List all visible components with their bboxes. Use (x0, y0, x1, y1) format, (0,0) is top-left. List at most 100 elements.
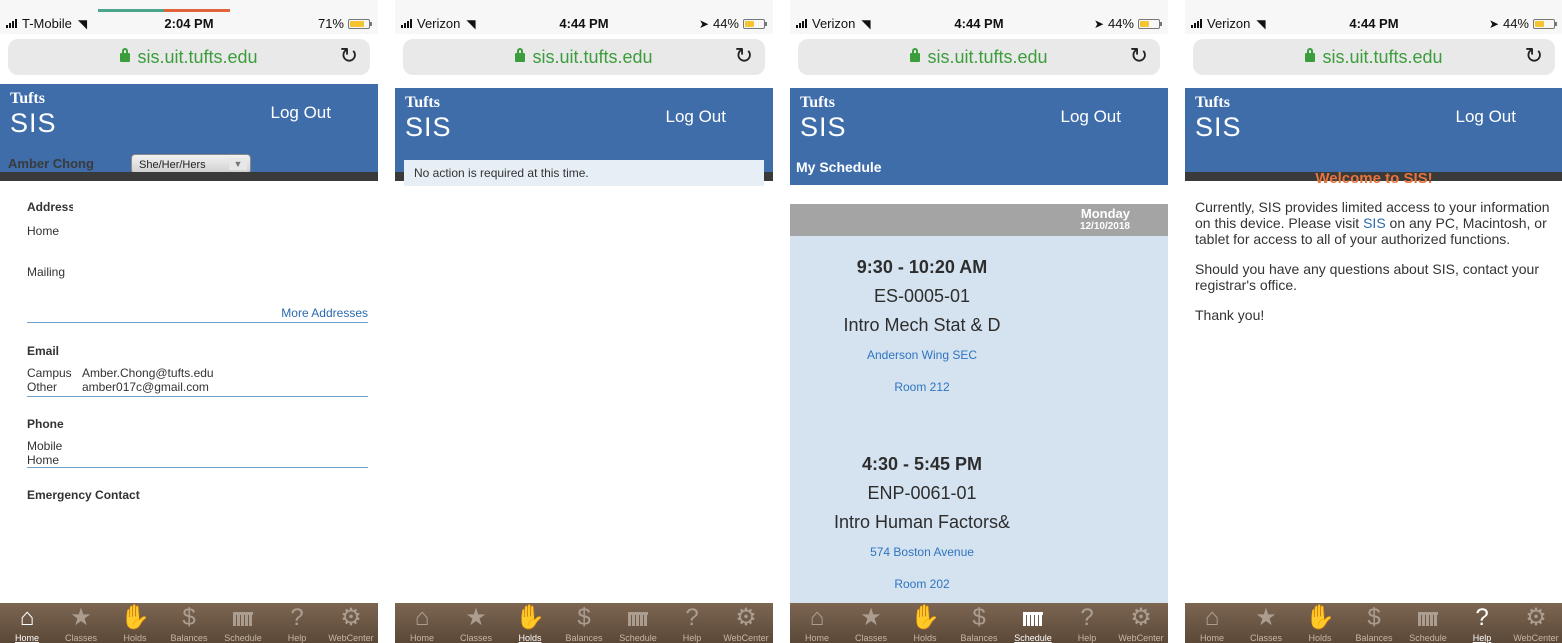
tab-home[interactable]: ⌂ Home (1185, 603, 1239, 643)
logout-link[interactable]: Log Out (1061, 107, 1122, 127)
status-bar: Verizon ◥ 4:44 PM ➤ 44% (395, 0, 773, 34)
gear-icon: ⚙ (340, 604, 362, 631)
tab-holds[interactable]: ✋ Holds (108, 603, 162, 643)
tab-classes[interactable]: ★ Classes (844, 603, 898, 643)
sis-header: Tufts SIS Log Out (790, 88, 1168, 150)
question-icon: ? (290, 604, 304, 631)
holds-message: No action is required at this time. (404, 160, 764, 186)
tab-help[interactable]: ? Help (665, 603, 719, 643)
tab-schedule[interactable]: Schedule (1401, 603, 1455, 643)
tab-home[interactable]: ⌂ Home (790, 603, 844, 643)
logout-link[interactable]: Log Out (271, 103, 332, 123)
tab-holds[interactable]: ✋ Holds (503, 603, 557, 643)
tab-holds[interactable]: ✋ Holds (898, 603, 952, 643)
sis-logo[interactable]: SIS (405, 112, 452, 143)
address-bar[interactable]: sis.uit.tufts.edu ↻ (1193, 39, 1555, 75)
class-entry[interactable]: 4:30 - 5:45 PM ENP-0061-01 Intro Human F… (790, 454, 1168, 591)
logout-link[interactable]: Log Out (1456, 107, 1517, 127)
sis-header: Tufts SIS Log Out (1185, 88, 1562, 172)
page-load-progress-2 (164, 9, 230, 12)
calendar-icon (1006, 603, 1060, 630)
tufts-logo[interactable]: Tufts (1195, 94, 1230, 112)
battery-percent: 71% (317, 16, 344, 31)
sis-link[interactable]: SIS (1363, 215, 1386, 231)
sis-logo[interactable]: SIS (1195, 112, 1242, 143)
class-building-link[interactable]: 574 Boston Avenue (790, 545, 1168, 559)
class-room-link[interactable]: Room 212 (790, 380, 1168, 394)
day-name: Monday (1080, 206, 1130, 221)
tab-webcenter[interactable]: ⚙ WebCenter (1509, 603, 1562, 643)
tab-balances[interactable]: $ Balances (1347, 603, 1401, 643)
phone-help-screen: Verizon ◥ 4:44 PM ➤ 44% sis.uit.tufts.ed… (1185, 0, 1562, 643)
more-addresses-link[interactable]: More Addresses (27, 306, 368, 320)
class-room-link[interactable]: Room 202 (790, 577, 1168, 591)
tufts-logo[interactable]: Tufts (800, 94, 835, 112)
tab-webcenter[interactable]: ⚙ WebCenter (324, 603, 378, 643)
tab-schedule[interactable]: Schedule (611, 603, 665, 643)
status-bar: T-Mobile ◥ 2:04 PM 71% (0, 0, 378, 34)
tab-home[interactable]: ⌂ Home (0, 603, 54, 643)
tab-label: Holds (913, 633, 937, 643)
reload-icon[interactable]: ↻ (1525, 43, 1543, 69)
tab-balances[interactable]: $ Balances (162, 603, 216, 643)
tab-classes[interactable]: ★ Classes (54, 603, 108, 643)
reload-icon[interactable]: ↻ (340, 43, 358, 69)
sis-logo[interactable]: SIS (800, 112, 847, 143)
tab-balances[interactable]: $ Balances (952, 603, 1006, 643)
tab-balances[interactable]: $ Balances (557, 603, 611, 643)
class-time: 9:30 - 10:20 AM (856, 257, 988, 277)
divider (27, 396, 368, 397)
hand-icon: ✋ (120, 604, 150, 631)
tab-webcenter[interactable]: ⚙ WebCenter (719, 603, 773, 643)
tab-schedule[interactable]: Schedule (216, 603, 270, 643)
tab-label: Holds (518, 633, 542, 643)
tab-help[interactable]: ? Help (270, 603, 324, 643)
divider (27, 322, 368, 323)
class-building-link[interactable]: Anderson Wing SEC (790, 348, 1168, 362)
class-entry[interactable]: 9:30 - 10:20 AM ES-0005-01 Intro Mech St… (790, 257, 1168, 394)
url-text: sis.uit.tufts.edu (1322, 47, 1443, 67)
calendar-icon (611, 603, 665, 630)
hand-icon: ✋ (1305, 604, 1335, 631)
reload-icon[interactable]: ↻ (735, 43, 753, 69)
tufts-logo[interactable]: Tufts (405, 94, 440, 112)
help-paragraph: Thank you! (1195, 307, 1265, 323)
status-bar: Verizon ◥ 4:44 PM ➤ 44% (790, 0, 1168, 34)
phone-schedule-screen: Verizon ◥ 4:44 PM ➤ 44% sis.uit.tufts.ed… (790, 0, 1168, 643)
email-other-label: Other (27, 380, 58, 394)
chevron-down-icon: ▼ (229, 158, 247, 170)
tab-webcenter[interactable]: ⚙ WebCenter (1114, 603, 1168, 643)
tab-label: Balances (1355, 633, 1393, 643)
tab-home[interactable]: ⌂ Home (395, 603, 449, 643)
star-icon: ★ (860, 604, 882, 631)
tab-schedule[interactable]: Schedule (1006, 603, 1060, 643)
question-icon: ? (1475, 604, 1489, 631)
tab-label: Classes (459, 633, 492, 643)
reload-icon[interactable]: ↻ (1130, 43, 1148, 69)
address-bar[interactable]: sis.uit.tufts.edu ↻ (798, 39, 1160, 75)
tab-label: Home (804, 633, 829, 643)
logout-link[interactable]: Log Out (666, 107, 727, 127)
battery-icon (1138, 18, 1162, 29)
tufts-logo[interactable]: Tufts (10, 90, 45, 108)
pronoun-select[interactable]: She/Her/Hers ▼ (131, 154, 251, 174)
tab-label: Classes (64, 633, 97, 643)
address-bar[interactable]: sis.uit.tufts.edu ↻ (403, 39, 765, 75)
tab-holds[interactable]: ✋ Holds (1293, 603, 1347, 643)
tab-label: Schedule (224, 633, 262, 643)
email-campus-label: Campus (27, 366, 72, 380)
tab-label: Schedule (1409, 633, 1447, 643)
tab-label: Help (1472, 633, 1492, 643)
address-bar[interactable]: sis.uit.tufts.edu ↻ (8, 39, 370, 75)
calendar-icon (1401, 603, 1455, 630)
battery: ➤ 44% (1489, 16, 1557, 31)
sis-header: Tufts SIS Log Out (0, 84, 378, 150)
tab-help[interactable]: ? Help (1060, 603, 1114, 643)
tab-label: Help (1077, 633, 1097, 643)
tab-label: Holds (1308, 633, 1332, 643)
tab-label: Balances (170, 633, 208, 643)
tab-classes[interactable]: ★ Classes (449, 603, 503, 643)
tab-classes[interactable]: ★ Classes (1239, 603, 1293, 643)
tab-help[interactable]: ? Help (1455, 603, 1509, 643)
sis-logo[interactable]: SIS (10, 108, 57, 139)
